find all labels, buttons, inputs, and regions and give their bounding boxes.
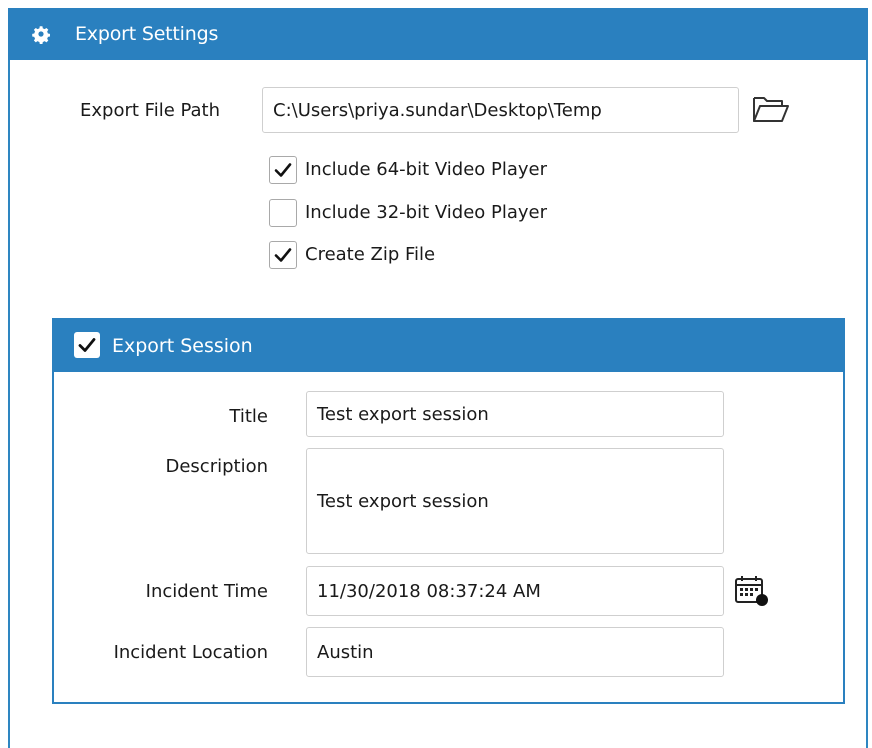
export-file-path-input[interactable]: C:\Users\priya.sundar\Desktop\Temp xyxy=(262,87,739,133)
incident-location-input[interactable]: Austin xyxy=(306,627,724,677)
export-file-path-value: C:\Users\priya.sundar\Desktop\Temp xyxy=(273,99,602,121)
option-include-64bit[interactable]: Include 64-bit Video Player xyxy=(269,155,547,185)
title-input[interactable]: Test export session xyxy=(306,391,724,437)
gear-icon xyxy=(32,26,50,45)
checkbox-include-64bit[interactable] xyxy=(269,156,297,184)
title-label: Title xyxy=(229,406,268,427)
option-label: Create Zip File xyxy=(305,244,436,265)
incident-time-label: Incident Time xyxy=(145,581,268,602)
option-create-zip[interactable]: Create Zip File xyxy=(269,240,435,270)
option-label: Include 32-bit Video Player xyxy=(305,202,548,223)
incident-location-value: Austin xyxy=(317,641,374,663)
option-include-32bit[interactable]: Include 32-bit Video Player xyxy=(269,198,547,228)
checkmark-icon xyxy=(274,163,292,177)
title-value: Test export session xyxy=(317,403,489,425)
incident-time-value: 11/30/2018 08:37:24 AM xyxy=(317,580,541,602)
option-label: Include 64-bit Video Player xyxy=(305,159,548,180)
export-session-header: Export Session xyxy=(52,318,845,372)
description-textarea[interactable]: Test export session xyxy=(306,448,724,554)
folder-open-icon xyxy=(753,97,789,122)
export-file-path-label: Export File Path xyxy=(80,100,221,121)
panel-title: Export Settings xyxy=(75,23,219,45)
calendar-button[interactable] xyxy=(732,573,772,609)
export-session-title: Export Session xyxy=(112,335,253,357)
browse-folder-button[interactable] xyxy=(750,90,792,128)
description-value: Test export session xyxy=(317,490,489,512)
export-session-checkbox[interactable] xyxy=(74,332,100,358)
panel-header: Export Settings xyxy=(8,8,868,60)
description-label: Description xyxy=(165,456,268,477)
incident-time-input[interactable]: 11/30/2018 08:37:24 AM xyxy=(306,566,724,616)
calendar-clock-icon xyxy=(735,576,768,606)
checkbox-include-32bit[interactable] xyxy=(269,199,297,227)
checkmark-icon xyxy=(274,248,292,262)
checkbox-create-zip[interactable] xyxy=(269,241,297,269)
incident-location-label: Incident Location xyxy=(113,642,268,663)
checkmark-icon xyxy=(78,338,96,352)
